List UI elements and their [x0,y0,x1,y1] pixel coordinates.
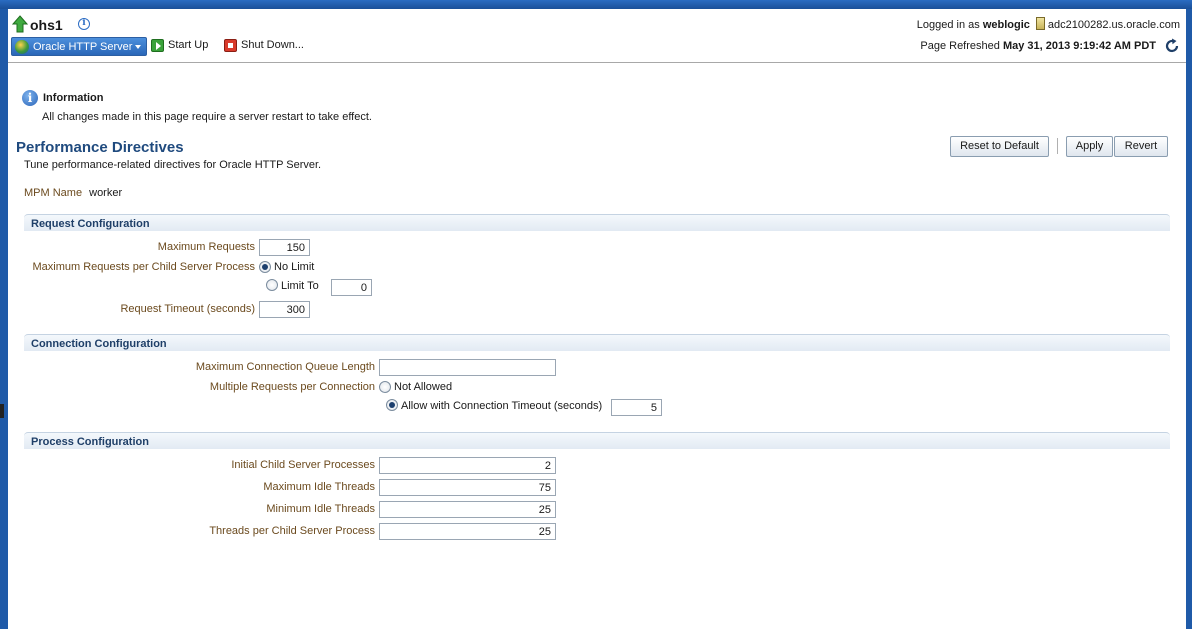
limit-to-radio[interactable] [266,279,278,291]
initial-child-processes-label: Initial Child Server Processes [231,459,375,471]
ohs-globe-icon [15,40,29,54]
request-timeout-input[interactable]: 300 [259,301,310,318]
initial-child-processes-input[interactable]: 2 [379,457,556,474]
threads-per-child-input[interactable]: 25 [379,523,556,540]
target-menu-button[interactable]: Oracle HTTP Server [11,37,147,56]
shut-down-icon [224,39,237,52]
process-config-title: Process Configuration [31,436,149,448]
host-name: adc2100282.us.oracle.com [1047,19,1180,31]
max-connection-queue-label: Maximum Connection Queue Length [195,361,375,373]
connection-timeout-input[interactable]: 5 [611,399,662,416]
logged-in-user[interactable]: weblogic [983,19,1030,31]
max-requests-label: Maximum Requests [157,241,255,253]
allow-timeout-radio[interactable] [386,399,398,411]
logged-in-label: Logged in as [916,19,980,31]
server-icon [1035,17,1045,30]
not-allowed-radio[interactable] [379,381,391,393]
not-allowed-label: Not Allowed [394,381,453,393]
shut-down-label: Shut Down... [241,39,304,51]
target-info-icon[interactable]: i [78,18,90,30]
header-divider [8,62,1186,63]
target-menu-label: Oracle HTTP Server [33,41,133,53]
mpm-name-value: worker [89,187,123,199]
up-arrow-icon [12,15,28,33]
chevron-down-icon [135,45,141,49]
page-title: Performance Directives [16,139,184,156]
revert-button[interactable]: Revert [1114,136,1168,157]
max-requests-input[interactable]: 150 [259,239,310,256]
page-refreshed: Page Refreshed May 31, 2013 9:19:42 AM P… [920,40,1156,52]
process-config-header[interactable]: Process Configuration [24,432,1170,449]
connection-config-header[interactable]: Connection Configuration [24,334,1170,351]
button-separator [1057,138,1058,154]
reset-to-default-button[interactable]: Reset to Default [950,136,1049,157]
limit-to-label: Limit To [281,280,319,292]
refresh-icon[interactable] [1164,38,1180,54]
start-up-label: Start Up [168,39,209,51]
panel-collapse-handle[interactable] [0,404,4,418]
request-timeout-label: Request Timeout (seconds) [120,303,255,315]
target-name: ohs1 [30,17,63,33]
apply-button[interactable]: Apply [1066,136,1113,157]
max-requests-per-child-label: Maximum Requests per Child Server Proces… [32,261,255,273]
window-top-bar [0,0,1192,9]
multiple-requests-label: Multiple Requests per Connection [209,381,375,393]
page-refreshed-label: Page Refreshed [920,40,1000,52]
request-config-title: Request Configuration [31,218,150,230]
page-subtitle: Tune performance-related directives for … [24,159,322,171]
request-config-header[interactable]: Request Configuration [24,214,1170,231]
max-idle-threads-input[interactable]: 75 [379,479,556,496]
max-connection-queue-input[interactable] [379,359,556,376]
min-idle-threads-label: Minimum Idle Threads [266,503,375,515]
mpm-name-row: MPM Name worker [24,187,122,199]
max-idle-threads-label: Maximum Idle Threads [263,481,375,493]
min-idle-threads-input[interactable]: 25 [379,501,556,518]
information-message: All changes made in this page require a … [42,111,372,123]
allow-timeout-label: Allow with Connection Timeout (seconds) [401,400,603,412]
mpm-name-label: MPM Name [24,187,83,199]
limit-to-input[interactable]: 0 [331,279,372,296]
no-limit-radio[interactable] [259,261,271,273]
no-limit-label: No Limit [274,261,315,273]
information-title: Information [43,92,104,104]
main-page: ohs1 i Oracle HTTP Server Start Up Shut … [8,9,1186,629]
page-refreshed-time: May 31, 2013 9:19:42 AM PDT [1002,40,1156,52]
login-info: Logged in as weblogic adc2100282.us.oracl… [917,17,1180,31]
connection-config-title: Connection Configuration [31,338,167,350]
information-icon: i [22,90,38,106]
start-up-icon [151,39,164,52]
threads-per-child-label: Threads per Child Server Process [209,525,375,537]
